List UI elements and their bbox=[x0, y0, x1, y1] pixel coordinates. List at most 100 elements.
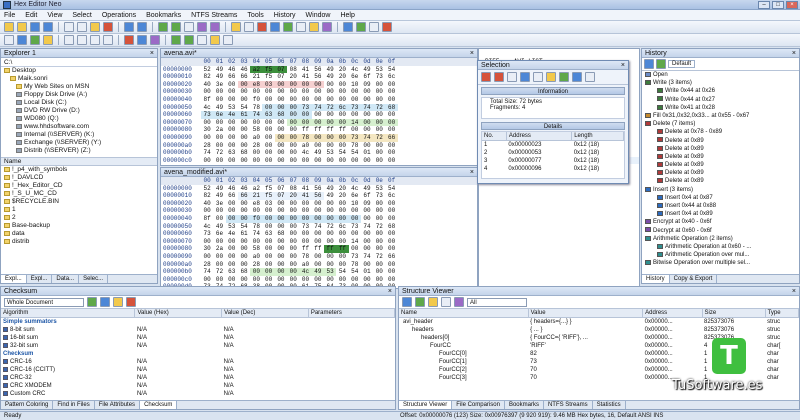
hex-byte[interactable]: 28 bbox=[201, 142, 213, 150]
hex-byte[interactable]: 00 bbox=[226, 238, 238, 246]
history-item[interactable]: Write 0x41 at 0x28 bbox=[645, 104, 799, 112]
hex-byte[interactable]: a0 bbox=[250, 253, 262, 261]
hex-byte[interactable]: 00 bbox=[299, 230, 311, 238]
hex-byte[interactable]: 72 bbox=[213, 268, 225, 276]
hex-byte[interactable]: 00 bbox=[225, 214, 238, 223]
hex-byte[interactable]: 82 bbox=[201, 192, 213, 200]
hex-row[interactable]: 00000010 82 49 66 66 21 f5 07 20 41 56 49 20 6e 6f 73 6c bbox=[161, 73, 477, 81]
checksum-row[interactable]: Custom CRC N/A N/A bbox=[1, 390, 395, 398]
checksum-row[interactable]: 16-bit sum N/A N/A bbox=[1, 334, 395, 342]
hex-byte[interactable]: 00 bbox=[373, 245, 385, 253]
hex-byte[interactable]: 6e bbox=[213, 111, 226, 119]
checksum-group[interactable]: Checksum bbox=[1, 350, 395, 358]
decrypt-icon[interactable] bbox=[322, 22, 332, 32]
history-item[interactable]: Decrypt at 0x60 - 0x6f bbox=[645, 227, 799, 235]
checksum-row[interactable]: CRC-16 (CCITT) N/A N/A bbox=[1, 366, 395, 374]
checkbox[interactable] bbox=[3, 334, 8, 340]
hex-byte[interactable]: 00 bbox=[385, 261, 397, 269]
hex-byte[interactable]: 00 bbox=[262, 214, 275, 223]
hex-byte[interactable]: 00 bbox=[385, 118, 398, 127]
hex-byte[interactable]: 00 bbox=[336, 253, 348, 261]
history-item[interactable]: Insert 0x4 at 0x89 bbox=[645, 210, 799, 218]
hex-byte[interactable]: f5 bbox=[262, 73, 274, 81]
tree-item[interactable]: Distrib (\\SERVER) (Z:) bbox=[4, 147, 157, 155]
hex-byte[interactable]: 00 bbox=[312, 200, 324, 208]
hex-byte[interactable]: 66 bbox=[385, 253, 397, 261]
hex-byte[interactable]: e8 bbox=[250, 80, 263, 89]
hex-byte[interactable]: 00 bbox=[287, 133, 300, 142]
hex-byte[interactable]: 72 bbox=[373, 133, 386, 142]
paste-icon[interactable] bbox=[90, 22, 100, 32]
hex-byte[interactable]: 00 bbox=[262, 261, 274, 269]
hex-byte[interactable]: 49 bbox=[213, 73, 225, 81]
hex-row[interactable]: 000000a0 28 00 00 00 28 00 00 00 a0 00 00 00 78 00 00 00 bbox=[161, 261, 477, 269]
history-item[interactable]: Delete at 0x89 bbox=[645, 161, 799, 169]
menu-item-bookmarks[interactable]: Bookmarks bbox=[146, 12, 181, 19]
hex-byte[interactable]: 73 bbox=[349, 223, 361, 231]
bottom-tab[interactable]: Pattern Coloring bbox=[1, 401, 54, 409]
hex-byte[interactable]: 53 bbox=[226, 104, 238, 112]
hex-byte[interactable]: 00 bbox=[262, 238, 274, 246]
hex-byte[interactable]: 63 bbox=[226, 268, 238, 276]
hex-byte[interactable]: f5 bbox=[262, 65, 275, 74]
insert-icon[interactable] bbox=[270, 22, 280, 32]
hex-byte[interactable]: a2 bbox=[250, 185, 262, 193]
bytes-icon[interactable] bbox=[64, 35, 74, 45]
hex-byte[interactable]: 74 bbox=[312, 223, 324, 231]
hex-byte[interactable]: 00 bbox=[287, 238, 299, 246]
hex-byte[interactable]: 49 bbox=[213, 192, 225, 200]
hex-byte[interactable]: 00 bbox=[275, 149, 287, 157]
hex-byte[interactable]: 00 bbox=[385, 215, 397, 223]
hex-byte[interactable]: 00 bbox=[324, 81, 336, 89]
hex-byte[interactable]: 00 bbox=[349, 157, 361, 165]
tree-item[interactable]: Internal (\\SERVER) (K:) bbox=[4, 131, 157, 139]
hex-byte[interactable]: 00 bbox=[299, 96, 311, 104]
details-col-header[interactable]: Length bbox=[571, 132, 624, 141]
hex-byte[interactable]: 00 bbox=[287, 268, 300, 276]
hex-byte[interactable]: 00 bbox=[287, 96, 299, 104]
hex-byte[interactable]: 00 bbox=[348, 214, 361, 223]
hex-byte[interactable]: 00 bbox=[226, 207, 238, 215]
hex-byte[interactable]: 53 bbox=[373, 185, 385, 193]
hex-byte[interactable]: 73 bbox=[201, 230, 213, 238]
hex-byte[interactable]: 00 bbox=[361, 261, 373, 269]
hex-byte[interactable]: 00 bbox=[336, 261, 348, 269]
bottom-tab[interactable]: Bookmarks bbox=[505, 401, 544, 409]
hex-byte[interactable]: 00 bbox=[287, 80, 300, 89]
hex-byte[interactable]: 00 bbox=[385, 157, 397, 165]
hex-byte[interactable]: 3e bbox=[213, 81, 225, 89]
select-all-icon[interactable] bbox=[231, 22, 241, 32]
details-row[interactable]: 3 0x00000077 0x12 (18) bbox=[482, 157, 624, 165]
checkbox[interactable] bbox=[3, 342, 8, 348]
select-ok-icon[interactable] bbox=[559, 72, 569, 82]
hex-byte[interactable]: 00 bbox=[324, 207, 336, 215]
hex-byte[interactable]: 00 bbox=[262, 134, 274, 142]
close-icon[interactable]: × bbox=[150, 49, 154, 58]
hex-byte[interactable]: 00 bbox=[373, 111, 385, 119]
hex-byte[interactable]: 78 bbox=[250, 223, 262, 231]
hex-byte[interactable]: 00 bbox=[385, 200, 397, 208]
zoom-in-icon[interactable] bbox=[171, 35, 181, 45]
hex-byte[interactable]: 6f bbox=[361, 192, 373, 200]
hex-byte[interactable]: 00 bbox=[385, 126, 397, 134]
hex-byte[interactable]: 00 bbox=[349, 88, 361, 96]
hex-byte[interactable]: 41 bbox=[299, 66, 311, 74]
hex-byte[interactable]: 56 bbox=[312, 66, 324, 74]
hex-view-2[interactable]: 00 01 02 03 04 05 06 07 08 09 0a 0b 0c 0d 0e 0f 00000000… bbox=[161, 177, 477, 299]
hex-byte[interactable]: 00 bbox=[237, 80, 251, 89]
hex-byte[interactable]: 72 bbox=[373, 253, 385, 261]
hex-byte[interactable]: 54 bbox=[349, 268, 361, 276]
hex-byte[interactable]: 00 bbox=[287, 157, 299, 165]
hex-byte[interactable]: 49 bbox=[361, 185, 373, 193]
hex-byte[interactable]: 00 bbox=[385, 81, 397, 89]
history-item[interactable]: Insert 0x44 at 0x88 bbox=[645, 202, 799, 210]
hex-byte[interactable]: 54 bbox=[336, 149, 348, 157]
hex-byte[interactable]: ff bbox=[323, 245, 337, 253]
hex-byte[interactable]: 00 bbox=[385, 245, 397, 253]
hex-row[interactable]: 00000040 8f 00 00 00 f0 00 00 00 00 00 00 00 00 00 00 00 bbox=[161, 214, 477, 223]
history-back-icon[interactable] bbox=[644, 59, 654, 69]
hex-byte[interactable]: 00 bbox=[262, 223, 274, 231]
file-list-item[interactable]: $RECYCLE.BIN bbox=[4, 198, 157, 206]
hex-byte[interactable]: 00 bbox=[287, 223, 299, 231]
hex-byte[interactable]: 00 bbox=[385, 88, 397, 96]
